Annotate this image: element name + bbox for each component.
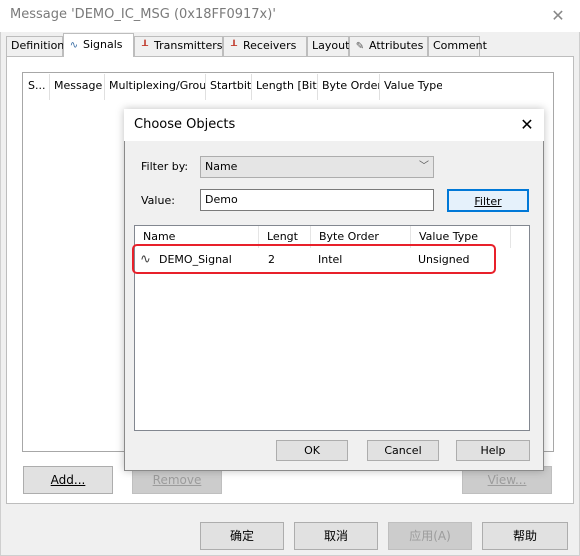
column-header[interactable]: Length [Bit] [252, 74, 318, 100]
tab-definition[interactable]: Definition [6, 36, 64, 56]
filter-by-select[interactable]: Name ﹀ [200, 156, 434, 178]
filter-button[interactable]: Filter [447, 189, 529, 212]
tab-layout[interactable]: Layout [307, 36, 349, 56]
value-label: Value: [141, 194, 175, 207]
column-header[interactable]: Startbit [206, 74, 252, 100]
value-input[interactable]: Demo [200, 189, 434, 211]
window-close-icon[interactable]: ✕ [548, 6, 568, 26]
apply-button[interactable]: 应用(A) [388, 522, 472, 550]
tab-signals[interactable]: ∿ Signals [63, 33, 134, 57]
dialog-close-icon[interactable]: ✕ [516, 114, 538, 136]
column-header[interactable]: Multiplexing/Group [105, 74, 206, 100]
signal-wave-icon: ∿ [69, 40, 79, 51]
tab-comment[interactable]: Comment [428, 36, 487, 56]
dialog-title: Choose Objects [134, 117, 236, 132]
tab-attributes[interactable]: ✎ Attributes [349, 36, 428, 56]
column-header[interactable]: Message [50, 74, 105, 100]
filter-by-value: Name [205, 160, 238, 173]
tab-transmitters[interactable]: ┸ Transmitters [134, 36, 223, 56]
dialog-cancel-button[interactable]: Cancel [367, 440, 439, 461]
add-button[interactable]: Add... [23, 466, 113, 494]
signals-grid-header: S... Message Multiplexing/Group Startbit… [24, 74, 444, 100]
dialog-help-button[interactable]: Help [456, 440, 530, 461]
pencil-icon: ✎ [355, 41, 365, 52]
ok-button[interactable]: 确定 [200, 522, 284, 550]
column-header[interactable]: Byte Order [318, 74, 380, 100]
node-icon: ┸ [141, 41, 149, 52]
tab-receivers[interactable]: ┸ Receivers [223, 36, 307, 56]
help-button[interactable]: 帮助 [482, 522, 568, 550]
column-header[interactable]: S... [24, 74, 50, 100]
tab-strip: Definition ∿ Signals ┸ Transmitters ┸ Recei… [6, 33, 576, 57]
window-title: Message 'DEMO_IC_MSG (0x18FF0917x)' [10, 7, 276, 22]
filter-by-label: Filter by: [141, 160, 189, 173]
cancel-button[interactable]: 取消 [294, 522, 378, 550]
node-icon: ┸ [230, 41, 238, 52]
red-highlight-box [132, 244, 496, 274]
dialog-ok-button[interactable]: OK [276, 440, 348, 461]
chevron-down-icon: ﹀ [419, 161, 429, 172]
column-header[interactable]: Value Type [380, 74, 442, 100]
